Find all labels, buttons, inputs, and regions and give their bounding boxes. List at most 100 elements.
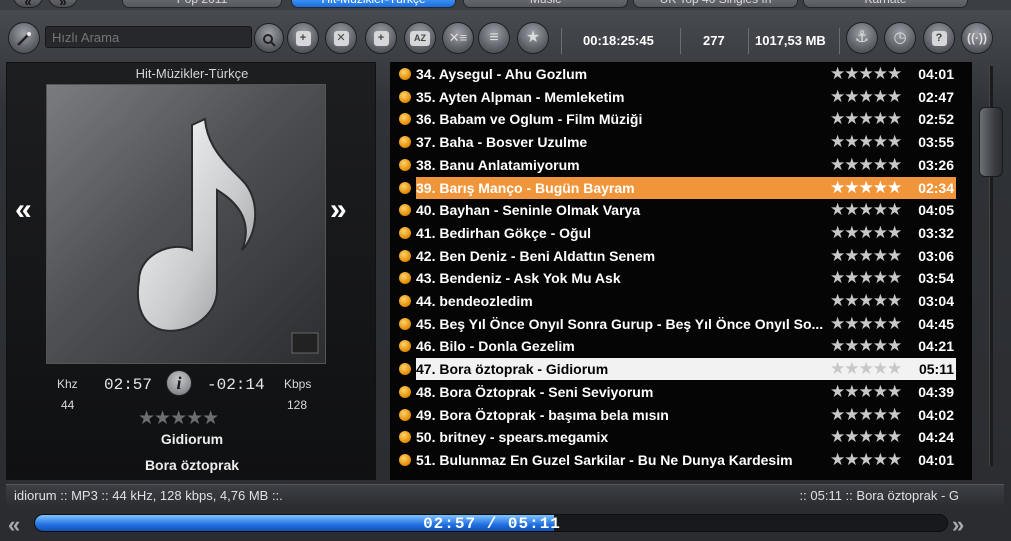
track-duration: 04:01	[918, 66, 954, 82]
track-row[interactable]: 45. Beş Yıl Önce Onyıl Sonra Gurup - Beş…	[390, 313, 960, 335]
remove-file-button[interactable]: ✕	[325, 22, 357, 54]
track-status-icon	[399, 90, 411, 103]
track-rating[interactable]: ★★★★★	[830, 381, 902, 402]
search-input[interactable]	[45, 26, 252, 48]
track-rating[interactable]: ★★★★★	[830, 358, 902, 379]
list-menu-button[interactable]: ≡	[478, 22, 510, 54]
search-icon	[263, 33, 276, 47]
track-row[interactable]: 44. bendeozledim ★★★★★ 03:04	[390, 290, 960, 312]
track-duration: 04:21	[918, 338, 954, 355]
help-button[interactable]: ?	[923, 22, 955, 54]
previous-cover-button[interactable]: «	[15, 193, 32, 227]
track-row[interactable]: 37. Baha - Bosver Uzulme ★★★★★ 03:55	[390, 131, 960, 153]
search-button[interactable]	[254, 23, 284, 53]
forward-nav-button[interactable]: »	[48, 0, 78, 9]
add-playlist-button[interactable]: +	[365, 22, 397, 54]
magic-wand-button[interactable]	[8, 22, 40, 54]
track-rating[interactable]: ★★★★★	[830, 63, 902, 84]
clear-list-button[interactable]: ✕≡	[442, 22, 474, 54]
track-rating[interactable]: ★★★★★	[830, 199, 902, 220]
next-cover-button[interactable]: »	[330, 193, 347, 227]
tab-hit-muzikler-turkce[interactable]: Hit-Müzikler-Türkçe	[291, 0, 456, 8]
track-rating[interactable]: ★★★★★	[830, 86, 902, 107]
track-row[interactable]: 49. Bora Öztoprak - başıma bela mısın ★★★…	[390, 404, 960, 426]
rating-stars[interactable]: ★★★★★	[138, 407, 219, 430]
anchor-icon: ⚓	[854, 29, 870, 46]
track-title: 47. Bora öztoprak - Gidiorum	[416, 361, 609, 378]
tab-pop-2011[interactable]: Pop 2011	[122, 0, 282, 8]
track-row[interactable]: 34. Aysegul - Ahu Gozlum ★★★★★ 04:01	[390, 63, 960, 85]
track-duration: 02:34	[918, 179, 954, 196]
total-size: 1017,53 MB	[755, 33, 826, 48]
track-duration: 04:05	[918, 202, 954, 219]
track-rating[interactable]: ★★★★★	[830, 154, 902, 175]
add-file-button[interactable]: +	[287, 22, 319, 54]
rewind-button[interactable]: «	[8, 512, 20, 538]
track-rating[interactable]: ★★★★★	[830, 335, 902, 356]
scrollbar-thumb[interactable]	[979, 107, 1003, 177]
add-folder-icon: +	[373, 31, 389, 47]
track-row[interactable]: 39. Barış Manço - Bugün Bayram ★★★★★ 02:34	[390, 176, 960, 199]
track-duration: 03:06	[918, 247, 954, 264]
barcode-icon	[291, 332, 319, 354]
now-playing-artist: Bora öztoprak	[144, 457, 240, 473]
timer-button[interactable]: ◷	[884, 22, 916, 54]
info-button[interactable]: i	[166, 370, 192, 396]
track-row[interactable]: 51. Bulunmaz En Guzel Sarkilar - Bu Ne D…	[390, 449, 960, 471]
track-row[interactable]: 38. Banu Anlatamiyorum ★★★★★ 03:26	[390, 154, 960, 176]
status-left-text: idiorum :: MP3 :: 44 kHz, 128 kbps, 4,76…	[14, 488, 283, 503]
track-title: 41. Bedirhan Gökçe - Oğul	[416, 224, 592, 241]
track-status-icon	[399, 113, 411, 126]
track-rating[interactable]: ★★★★★	[830, 108, 902, 129]
track-row[interactable]: 43. Bendeniz - Ask Yok Mu Ask ★★★★★ 03:54	[390, 267, 960, 289]
track-rating[interactable]: ★★★★★	[830, 267, 902, 288]
track-duration: 04:45	[918, 315, 954, 332]
track-status-icon	[399, 249, 411, 262]
broadcast-button[interactable]: ((·))	[961, 22, 993, 54]
track-rating[interactable]: ★★★★★	[830, 131, 902, 152]
track-duration: 04:01	[918, 451, 954, 468]
track-row[interactable]: 36. Babam ve Oglum - Film Müziği ★★★★★ 02:…	[390, 108, 960, 130]
track-row[interactable]: 40. Bayhan - Seninle Olmak Varya ★★★★★ 04:…	[390, 199, 960, 221]
track-status-icon	[399, 158, 411, 171]
track-row[interactable]: 48. Bora Öztoprak - Seni Seviyorum ★★★★★ 0…	[390, 381, 960, 403]
sort-az-button[interactable]: AZ	[404, 22, 436, 54]
track-rating[interactable]: ★★★★★	[830, 245, 902, 266]
track-row[interactable]: 42. Ben Deniz - Beni Aldattın Senem ★★★★★…	[390, 245, 960, 267]
back-nav-button[interactable]: «	[13, 0, 43, 9]
track-count: 277	[703, 33, 725, 48]
track-rating[interactable]: ★★★★★	[830, 313, 902, 334]
track-row[interactable]: 41. Bedirhan Gökçe - Oğul ★★★★★ 03:32	[390, 222, 960, 244]
track-row[interactable]: 46. Bilo - Donla Gezelim ★★★★★ 04:21	[390, 335, 960, 357]
track-rating[interactable]: ★★★★★	[830, 177, 902, 198]
favorites-button[interactable]: ★	[517, 22, 549, 54]
track-rating[interactable]: ★★★★★	[830, 222, 902, 243]
track-title: 45. Beş Yıl Önce Onyıl Sonra Gurup - Beş…	[416, 315, 824, 332]
track-row[interactable]: 47. Bora öztoprak - Gidiorum ★★★★★ 05:11	[390, 358, 960, 381]
track-row[interactable]: 35. Ayten Alpman - Memleketim ★★★★★ 02:47	[390, 86, 960, 108]
track-rating[interactable]: ★★★★★	[830, 404, 902, 425]
tab-karnate[interactable]: Karnate	[803, 0, 968, 8]
anchor-button[interactable]: ⚓	[846, 22, 878, 54]
broadcast-icon: ((·))	[967, 31, 987, 45]
track-status-icon	[399, 317, 411, 330]
tab-uk-top-40[interactable]: UK Top 40 Singles In	[633, 0, 798, 8]
track-title: 49. Bora Öztoprak - başıma bela mısın	[416, 406, 669, 423]
track-duration: 03:26	[918, 156, 954, 173]
track-rating[interactable]: ★★★★★	[830, 290, 902, 311]
toolbar: + ✕ + AZ ✕≡ ≡ ★ 00:18:25:45 277 1017,53 …	[0, 14, 1011, 60]
track-title: 44. bendeozledim	[416, 293, 533, 309]
track-title: 50. britney - spears.megamix	[416, 429, 609, 446]
seek-bar[interactable]: 02:57 / 05:11	[34, 514, 948, 532]
fast-forward-button[interactable]: »	[952, 512, 964, 538]
track-row[interactable]: 50. britney - spears.megamix ★★★★★ 04:24	[390, 426, 960, 448]
track-title: 35. Ayten Alpman - Memleketim	[416, 88, 625, 105]
sort-az-icon: AZ	[410, 31, 430, 47]
elapsed-time: 02:57	[104, 376, 153, 394]
track-rating[interactable]: ★★★★★	[830, 426, 902, 447]
star-icon: ★	[525, 29, 541, 46]
scrollbar[interactable]	[976, 62, 1006, 480]
tab-music[interactable]: Music	[463, 0, 628, 8]
track-status-icon	[399, 385, 411, 398]
track-rating[interactable]: ★★★★★	[830, 449, 902, 470]
